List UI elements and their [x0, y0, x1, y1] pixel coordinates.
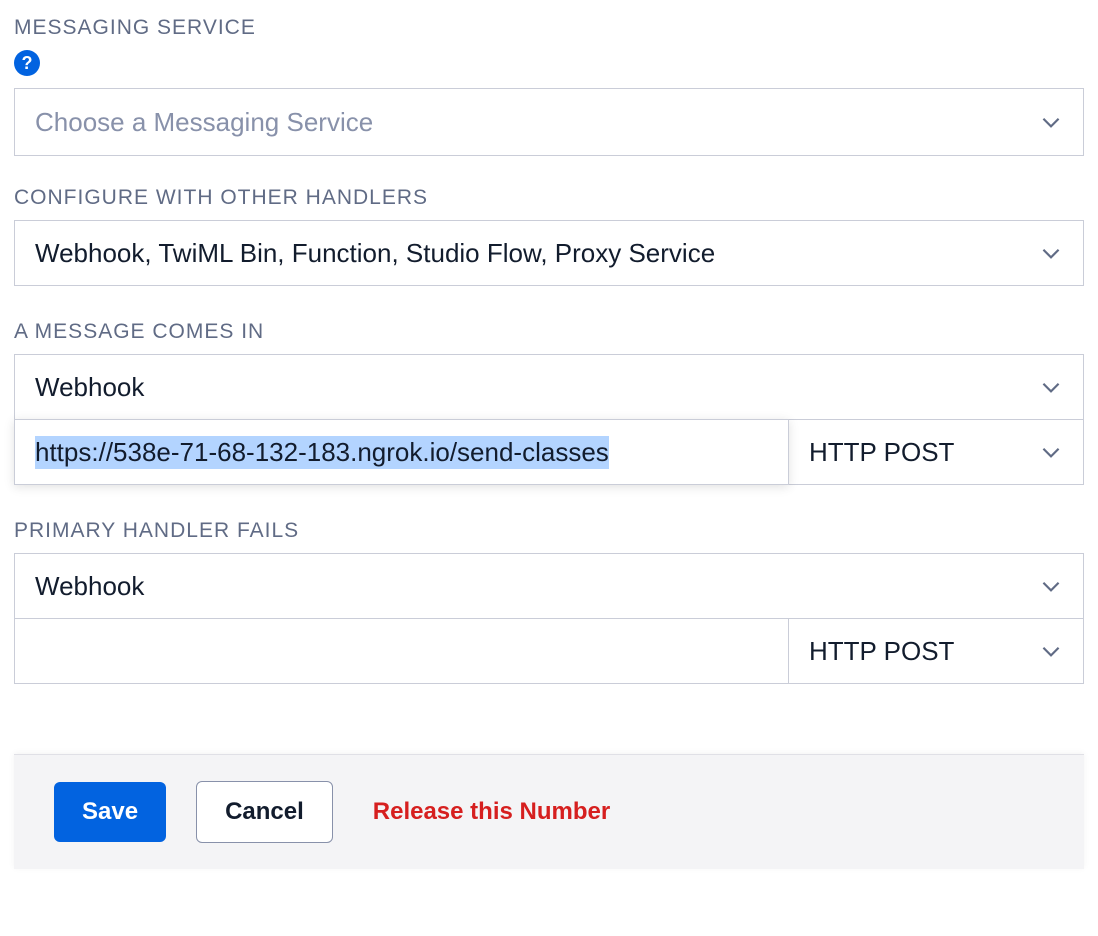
cancel-button[interactable]: Cancel [196, 781, 333, 843]
primary-handler-fails-label: PRIMARY HANDLER FAILS [14, 519, 1084, 543]
save-button[interactable]: Save [54, 782, 166, 842]
chevron-down-icon [1019, 240, 1083, 266]
fallback-url-input-wrapper[interactable] [14, 618, 789, 684]
chevron-down-icon [1019, 109, 1083, 135]
help-icon-glyph: ? [22, 53, 33, 74]
messaging-service-label: MESSAGING SERVICE [14, 16, 1084, 40]
release-number-link[interactable]: Release this Number [373, 798, 610, 826]
fallback-handler-value: Webhook [15, 571, 1019, 602]
messaging-service-section: MESSAGING SERVICE ? Choose a Messaging S… [14, 16, 1084, 156]
chevron-down-icon [1019, 638, 1083, 664]
message-method-value: HTTP POST [789, 437, 1019, 468]
message-comes-in-label: A MESSAGE COMES IN [14, 320, 1084, 344]
fallback-method-select[interactable]: HTTP POST [788, 618, 1084, 684]
messaging-service-placeholder: Choose a Messaging Service [15, 107, 1019, 138]
chevron-down-icon [1019, 374, 1083, 400]
chevron-down-icon [1019, 439, 1083, 465]
message-handler-value: Webhook [15, 372, 1019, 403]
message-url-row: https://538e-71-68-132-183.ngrok.io/send… [14, 419, 1084, 485]
chevron-down-icon [1019, 573, 1083, 599]
fallback-url-row: HTTP POST [14, 618, 1084, 684]
fallback-handler-select[interactable]: Webhook [14, 553, 1084, 619]
fallback-method-value: HTTP POST [789, 636, 1019, 667]
message-url-input-wrapper[interactable]: https://538e-71-68-132-183.ngrok.io/send… [14, 419, 789, 485]
configure-handlers-select[interactable]: Webhook, TwiML Bin, Function, Studio Flo… [14, 220, 1084, 286]
messaging-service-select[interactable]: Choose a Messaging Service [14, 88, 1084, 156]
fallback-url-input[interactable] [35, 636, 768, 667]
primary-handler-fails-section: PRIMARY HANDLER FAILS Webhook HTTP POST [14, 519, 1084, 684]
message-handler-select[interactable]: Webhook [14, 354, 1084, 420]
configure-handlers-value: Webhook, TwiML Bin, Function, Studio Flo… [15, 238, 1019, 269]
configure-handlers-section: CONFIGURE WITH OTHER HANDLERS Webhook, T… [14, 186, 1084, 286]
message-url-input[interactable]: https://538e-71-68-132-183.ngrok.io/send… [35, 436, 609, 469]
message-comes-in-section: A MESSAGE COMES IN Webhook https://538e-… [14, 320, 1084, 485]
configure-handlers-label: CONFIGURE WITH OTHER HANDLERS [14, 186, 1084, 210]
footer-bar: Save Cancel Release this Number [14, 754, 1084, 869]
message-method-select[interactable]: HTTP POST [788, 419, 1084, 485]
help-icon[interactable]: ? [14, 50, 40, 76]
